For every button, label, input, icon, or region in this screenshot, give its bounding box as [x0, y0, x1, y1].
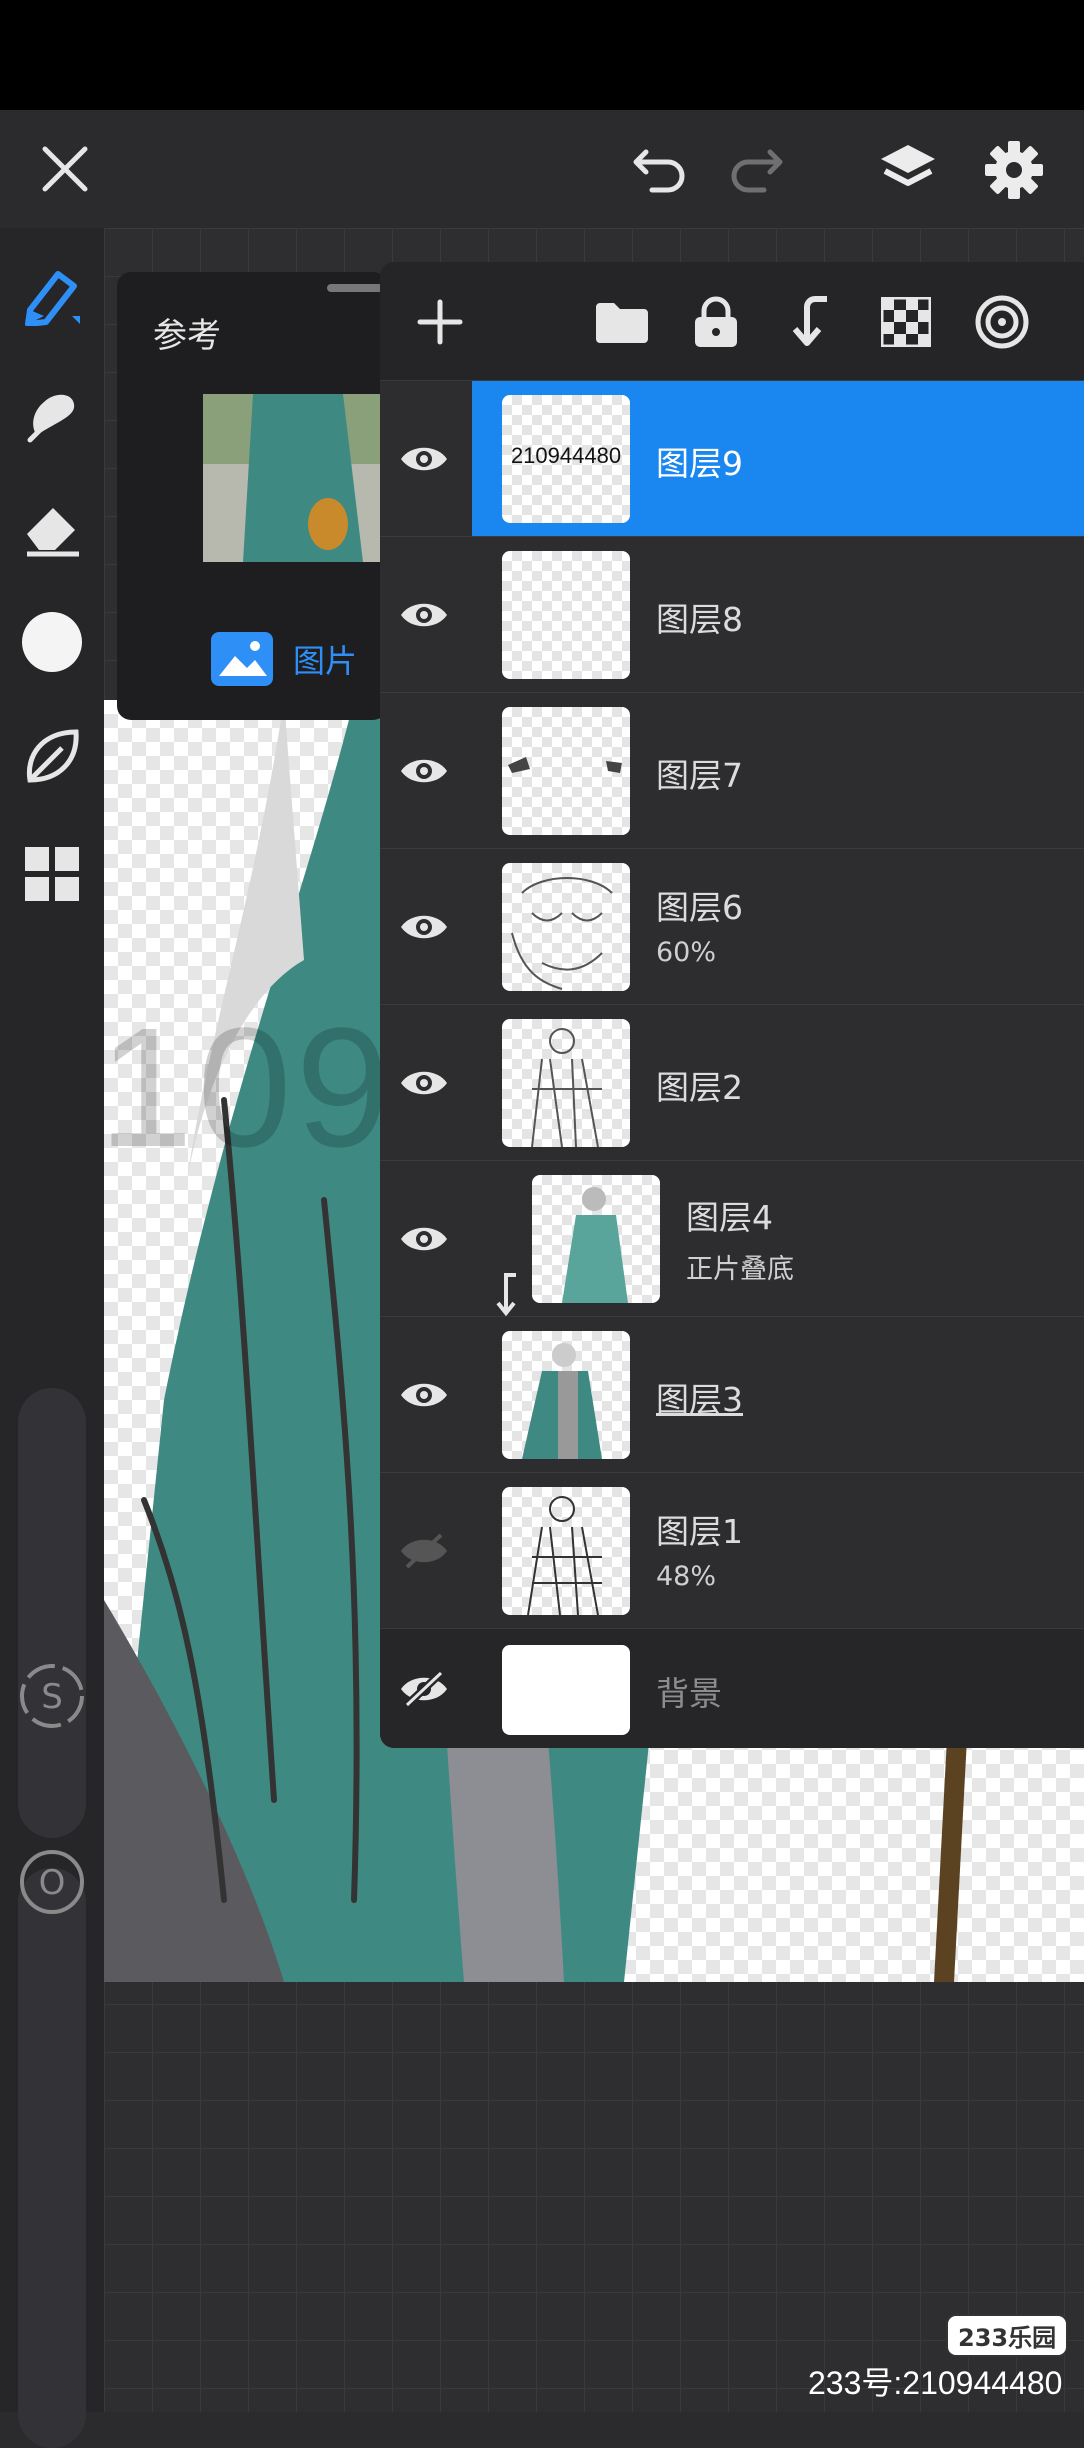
- drag-handle[interactable]: [327, 284, 383, 292]
- layer-name: 图层6: [656, 888, 743, 927]
- layer-row[interactable]: 210944480 图层9: [380, 380, 1084, 537]
- layer-thumbnail: [532, 1175, 660, 1303]
- app-logo: 233乐园: [946, 2314, 1069, 2357]
- redo-icon[interactable]: [720, 134, 790, 204]
- layer-blend-mode: 正片叠底: [686, 1254, 794, 1285]
- transparency-icon[interactable]: [876, 292, 936, 352]
- opacity-icon: O: [14, 1844, 90, 1920]
- size-icon: S: [14, 1658, 90, 1734]
- layer-thumbnail-text: 210944480: [510, 443, 622, 468]
- layer-thumbnail: [502, 1019, 630, 1147]
- layers-panel: 210944480 图层9 图层8 图层7 图层6 60% 图层2 图层4 正片…: [380, 262, 1084, 1748]
- blend-icon[interactable]: [972, 292, 1032, 352]
- layer-row[interactable]: 图层1 48%: [380, 1472, 1084, 1629]
- eye-off-icon[interactable]: [394, 1521, 454, 1581]
- layers-toolbar: [380, 262, 1084, 380]
- layer-name: 图层3: [656, 1380, 743, 1419]
- layer-thumbnail: [502, 1645, 630, 1735]
- settings-icon[interactable]: [976, 132, 1052, 208]
- layer-name: 图层9: [656, 444, 743, 483]
- svg-text:S: S: [41, 1677, 63, 1717]
- grid-icon[interactable]: [14, 836, 90, 912]
- layer-name: 图层7: [656, 756, 743, 795]
- top-toolbar: [0, 110, 1084, 228]
- eye-off-icon[interactable]: [394, 1659, 454, 1719]
- clip-arrow-icon: [496, 1273, 516, 1317]
- layer-row[interactable]: 图层3: [380, 1316, 1084, 1473]
- layer-name: 图层8: [656, 600, 743, 639]
- layers-icon[interactable]: [870, 132, 946, 208]
- eye-icon[interactable]: [394, 741, 454, 801]
- layer-name: 图层2: [656, 1068, 743, 1107]
- reference-panel[interactable]: 参考 图片: [117, 272, 387, 720]
- undo-icon[interactable]: [626, 134, 696, 204]
- layer-thumbnail: [502, 707, 630, 835]
- layer-thumbnail: [502, 863, 630, 991]
- folder-icon[interactable]: [592, 292, 652, 352]
- image-icon: [211, 632, 273, 686]
- footer-id-text: 233号:210944480: [808, 2365, 1063, 2401]
- status-bar: [0, 0, 1084, 110]
- eye-icon[interactable]: [394, 897, 454, 957]
- brush-size-slider[interactable]: [18, 1388, 86, 1838]
- layer-row[interactable]: 图层8: [380, 536, 1084, 693]
- reference-image-label: 图片: [293, 642, 358, 680]
- layer-thumbnail: [502, 1331, 630, 1459]
- merge-down-icon[interactable]: [780, 292, 840, 352]
- close-icon[interactable]: [30, 134, 100, 204]
- add-icon[interactable]: [410, 292, 470, 352]
- layer-row[interactable]: 图层2: [380, 1004, 1084, 1161]
- layer-name: 背景: [656, 1674, 722, 1713]
- reference-source[interactable]: 图片: [209, 630, 357, 688]
- reference-image: [203, 394, 387, 562]
- left-toolbar: S O: [0, 228, 104, 2448]
- color-circle-icon[interactable]: [14, 604, 90, 680]
- layer-opacity: 48%: [656, 1561, 717, 1592]
- layer-row[interactable]: 图层6 60%: [380, 848, 1084, 1005]
- layer-row[interactable]: 图层7: [380, 692, 1084, 849]
- opacity-slider[interactable]: [18, 1868, 86, 2448]
- layer-name: 图层1: [656, 1512, 743, 1551]
- smudge-icon[interactable]: [14, 376, 90, 452]
- layer-name: 图层4: [686, 1198, 773, 1237]
- reference-title: 参考: [153, 316, 221, 356]
- brush-icon[interactable]: [14, 258, 90, 334]
- layer-opacity: 60%: [656, 937, 717, 968]
- svg-text:O: O: [39, 1863, 66, 1903]
- lock-icon[interactable]: [686, 292, 746, 352]
- eye-icon[interactable]: [394, 1209, 454, 1269]
- eraser-icon[interactable]: [14, 490, 90, 566]
- eye-icon[interactable]: [394, 1365, 454, 1425]
- layer-thumbnail: [502, 1487, 630, 1615]
- layer-thumbnail: [502, 551, 630, 679]
- eye-icon[interactable]: [394, 585, 454, 645]
- layer-row[interactable]: 图层4 正片叠底: [380, 1160, 1084, 1317]
- eye-icon[interactable]: [394, 1053, 454, 1113]
- layer-thumbnail: 210944480: [502, 395, 630, 523]
- layer-row-background[interactable]: 背景: [380, 1628, 1084, 1748]
- leaf-icon[interactable]: [14, 718, 90, 794]
- eye-icon[interactable]: [394, 429, 454, 489]
